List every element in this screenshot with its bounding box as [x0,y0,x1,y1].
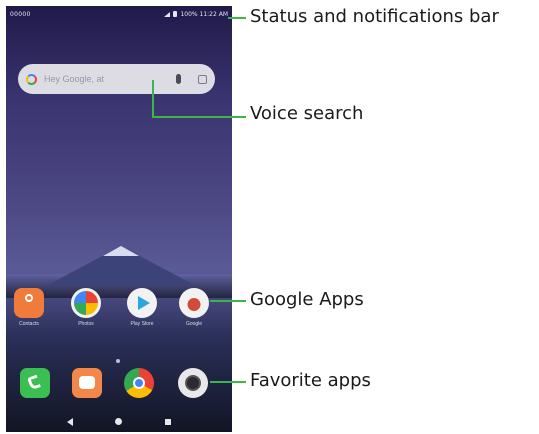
callout-vline-voice [152,80,154,117]
status-right-text: 100% 11:22 AM [180,10,228,18]
phone-icon[interactable] [20,368,50,398]
page-indicator-dot [116,359,120,363]
app-play-store[interactable]: Play Store [122,288,162,327]
google-search-bar[interactable]: Hey Google, at [18,64,215,94]
recents-icon[interactable] [164,418,171,425]
app-label: Google [185,321,203,327]
app-label: Play Store [130,321,154,327]
navigation-bar [6,411,232,432]
search-placeholder: Hey Google, at [44,74,105,84]
photos-icon [71,288,101,318]
callout-favorites-text: Favorite apps [250,370,371,391]
camera-icon[interactable] [178,368,208,398]
mic-icon[interactable] [176,74,181,84]
google-g-icon [26,73,37,85]
phone-screen: 00000 100% 11:22 AM Hey Google, at Conta… [6,6,232,432]
carrier-text: 00000 [10,10,31,18]
callout-line-google-apps [210,300,246,302]
home-icon[interactable] [115,418,123,425]
app-label: Contacts [19,321,39,327]
status-bar[interactable]: 00000 100% 11:22 AM [6,6,232,22]
app-contacts[interactable]: Contacts [9,288,49,327]
messages-icon[interactable] [72,368,102,398]
chrome-icon[interactable] [124,368,154,398]
contacts-icon [14,288,44,318]
callout-voice-text: Voice search [250,103,364,124]
wallpaper-snowcap [103,246,139,256]
google-folder-icon [179,288,209,318]
lens-icon[interactable] [198,74,207,84]
back-icon[interactable] [67,417,74,426]
battery-icon [173,11,178,17]
status-icons: 100% 11:22 AM [164,11,228,18]
signal-icon [164,11,171,17]
callout-status-text: Status and notifications bar [250,6,499,27]
app-google-folder[interactable]: Google [174,288,214,327]
app-label: Photos [78,321,94,327]
play-store-icon [127,288,157,318]
callout-line-voice [152,116,246,118]
app-photos[interactable]: Photos [66,288,106,327]
callout-line-status [228,17,246,19]
callout-line-favorites [210,381,246,383]
callout-google-apps-text: Google Apps [250,289,364,310]
